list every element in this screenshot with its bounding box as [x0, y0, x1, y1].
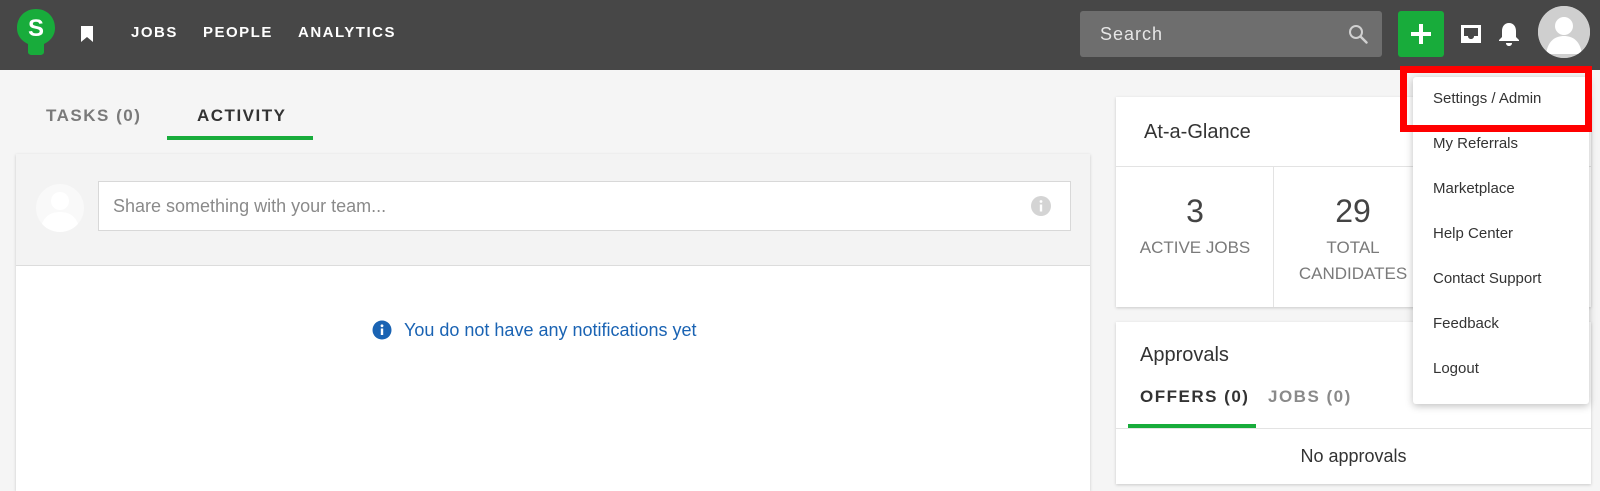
total-candidates-label-line1: TOTAL [1326, 238, 1380, 257]
composer-avatar [36, 184, 84, 232]
active-tab-indicator [167, 136, 313, 140]
bell-icon[interactable] [1497, 21, 1521, 47]
no-approvals-text: No approvals [1300, 446, 1407, 466]
divider [1116, 428, 1591, 429]
menu-item-contact-support[interactable]: Contact Support [1433, 270, 1541, 287]
highlight-box [1400, 66, 1592, 132]
glance-title: At-a-Glance [1144, 121, 1251, 143]
menu-item-feedback[interactable]: Feedback [1433, 315, 1499, 332]
menu-item-my-referrals[interactable]: My Referrals [1433, 135, 1518, 152]
info-icon[interactable] [1030, 195, 1052, 217]
logo[interactable]: S [16, 8, 56, 56]
user-avatar[interactable] [1538, 6, 1590, 58]
inbox-icon[interactable] [1459, 22, 1483, 46]
total-candidates-label-line2: CANDIDATES [1298, 264, 1408, 283]
tab-activity[interactable]: ACTIVITY [197, 106, 286, 126]
logo-letter: S [28, 15, 44, 42]
nav-analytics[interactable]: ANALYTICS [298, 24, 396, 41]
search-icon[interactable] [1348, 24, 1368, 44]
search-input[interactable] [1080, 11, 1330, 57]
approvals-title: Approvals [1140, 344, 1229, 366]
empty-notifications-text: You do not have any notifications yet [404, 319, 697, 340]
share-input[interactable] [99, 182, 1029, 230]
info-icon [372, 320, 392, 340]
plus-icon [1411, 24, 1431, 44]
nav-people[interactable]: PEOPLE [203, 24, 273, 41]
tab-tasks[interactable]: TASKS (0) [46, 106, 141, 126]
top-navigation-bar: S JOBS PEOPLE ANALYTICS [0, 0, 1600, 70]
active-jobs-label: ACTIVE JOBS [1139, 238, 1251, 257]
tab-approval-jobs[interactable]: JOBS (0) [1268, 387, 1352, 407]
total-candidates-count[interactable]: 29 [1274, 193, 1432, 230]
menu-item-marketplace[interactable]: Marketplace [1433, 180, 1515, 197]
search-box [1080, 11, 1382, 57]
menu-item-help-center[interactable]: Help Center [1433, 225, 1513, 242]
empty-notifications: You do not have any notifications yet [372, 318, 697, 342]
active-jobs-count[interactable]: 3 [1116, 193, 1274, 230]
composer [16, 154, 1090, 266]
nav-jobs[interactable]: JOBS [131, 24, 178, 41]
share-input-box [98, 181, 1071, 231]
menu-item-logout[interactable]: Logout [1433, 360, 1479, 377]
tab-offers[interactable]: OFFERS (0) [1140, 387, 1249, 407]
bookmark-icon[interactable] [80, 25, 94, 43]
add-button[interactable] [1398, 11, 1444, 57]
